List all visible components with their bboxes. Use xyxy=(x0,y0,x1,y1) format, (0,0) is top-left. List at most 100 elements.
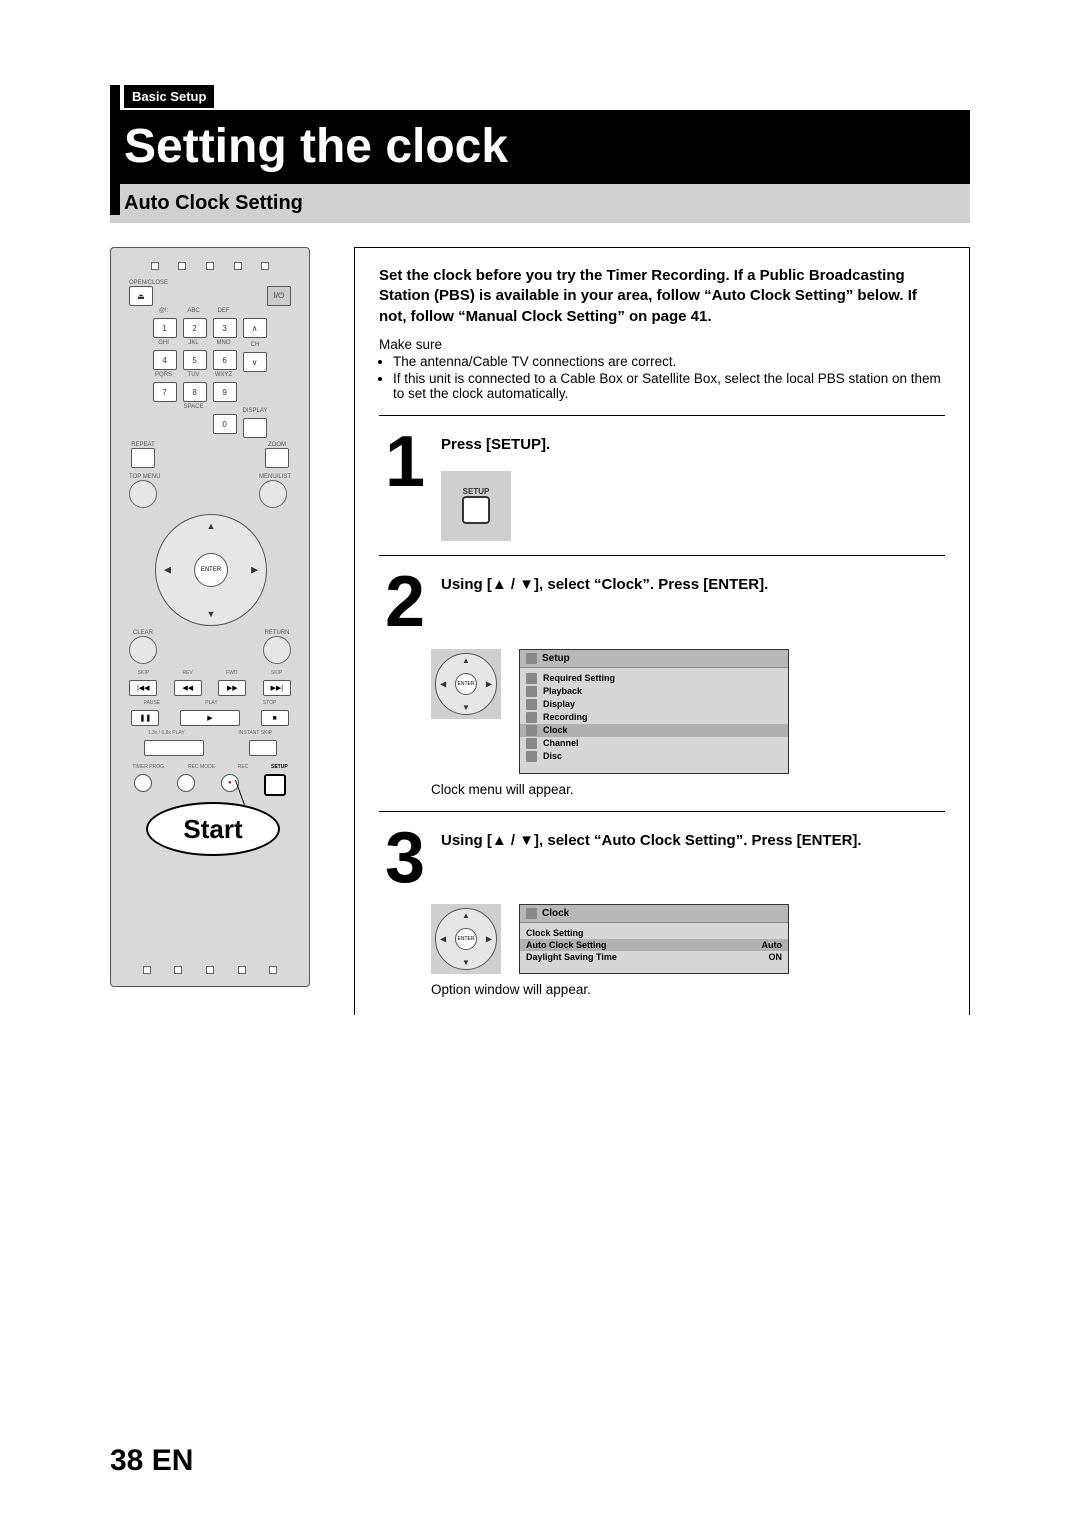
separator xyxy=(379,555,945,556)
breadcrumb: Basic Setup xyxy=(124,85,214,108)
page-lang: EN xyxy=(152,1444,194,1477)
key-4[interactable]: 4 xyxy=(153,350,177,370)
rec-mode-button[interactable] xyxy=(177,774,195,792)
section-subheader: Auto Clock Setting xyxy=(110,184,970,223)
makesure-item: The antenna/Cable TV connections are cor… xyxy=(393,354,945,369)
row-value: Auto xyxy=(762,940,783,950)
enter-button[interactable]: ENTER xyxy=(194,553,228,587)
dpad-icon: ▲ ▼ ◀ ▶ ENTER xyxy=(435,653,497,715)
step-caption: Option window will appear. xyxy=(431,982,945,997)
instant-skip-button[interactable] xyxy=(249,740,277,756)
row-value: ON xyxy=(769,952,783,962)
menu-item-label: Playback xyxy=(543,686,582,696)
clock-menu-screen: Clock Clock SettingAuto Clock SettingAut… xyxy=(519,904,789,974)
menu-icon xyxy=(526,699,537,710)
skip-back-button[interactable]: |◀◀ xyxy=(129,680,157,696)
row-label: Auto Clock Setting xyxy=(526,940,607,950)
makesure-title: Make sure xyxy=(379,337,442,352)
dpad-left[interactable]: ◀ xyxy=(164,565,171,576)
key-1[interactable]: 1 xyxy=(153,318,177,338)
menu-list-button[interactable] xyxy=(259,480,287,508)
menu-item: Playback xyxy=(526,685,782,698)
key-3[interactable]: 3 xyxy=(213,318,237,338)
step-2-illustration: ▲ ▼ ◀ ▶ ENTER Setup Required SettingPlay… xyxy=(431,649,945,774)
dpad-right[interactable]: ▶ xyxy=(251,565,258,576)
key-0[interactable]: 0 xyxy=(213,414,237,434)
row-label: Daylight Saving Time xyxy=(526,952,617,962)
separator xyxy=(379,811,945,812)
start-callout: Start xyxy=(146,802,280,856)
menu-item: Channel xyxy=(526,737,782,750)
screen-row: Daylight Saving Time ON xyxy=(526,951,782,963)
dpad-up[interactable]: ▲ xyxy=(207,521,216,531)
intro-text: Set the clock before you try the Timer R… xyxy=(379,266,945,327)
separator xyxy=(379,415,945,416)
ch-up-button[interactable]: ∧ xyxy=(243,318,267,338)
fwd-button[interactable]: ▶▶ xyxy=(218,680,246,696)
dpad-down[interactable]: ▼ xyxy=(207,609,216,619)
remote-column: OPEN/CLOSE ⏏ I/⏻ @!: ABC DEF xyxy=(110,247,330,1015)
menu-item: Required Setting xyxy=(526,672,782,685)
pause-button[interactable]: ❚❚ xyxy=(131,710,159,726)
return-button[interactable] xyxy=(263,636,291,664)
menu-item-label: Channel xyxy=(543,738,579,748)
remote-illustration: OPEN/CLOSE ⏏ I/⏻ @!: ABC DEF xyxy=(110,247,310,987)
page: Basic Setup Setting the clock Auto Clock… xyxy=(0,0,1080,1528)
ch-down-button[interactable]: ∨ xyxy=(243,352,267,372)
menu-item-label: Clock xyxy=(543,725,568,735)
setup-button-icon: SETUP xyxy=(441,471,511,541)
zoom-button[interactable] xyxy=(265,448,289,468)
makesure-item: If this unit is connected to a Cable Box… xyxy=(393,371,945,401)
gear-icon xyxy=(526,653,537,664)
display-button[interactable] xyxy=(243,418,267,438)
eject-button[interactable]: ⏏ xyxy=(129,286,153,306)
screen-row: Clock Setting xyxy=(526,927,782,939)
menu-item: Disc xyxy=(526,750,782,763)
dpad-icon: ▲ ▼ ◀ ▶ ENTER xyxy=(435,908,497,970)
menu-item: Recording xyxy=(526,711,782,724)
menu-item-label: Required Setting xyxy=(543,673,615,683)
menu-icon xyxy=(526,686,537,697)
key-8[interactable]: 8 xyxy=(183,382,207,402)
setup-menu-screen: Setup Required SettingPlaybackDisplayRec… xyxy=(519,649,789,774)
menu-item-label: Disc xyxy=(543,751,562,761)
key-6[interactable]: 6 xyxy=(213,350,237,370)
step-title: Using [▲ / ▼], select “Clock”. Press [EN… xyxy=(441,576,945,593)
skip-fwd-button[interactable]: ▶▶| xyxy=(263,680,291,696)
step-number: 1 xyxy=(379,430,431,495)
menu-icon xyxy=(526,725,537,736)
power-button[interactable]: I/⏻ xyxy=(267,286,291,306)
key-2[interactable]: 2 xyxy=(183,318,207,338)
stop-button[interactable]: ■ xyxy=(261,710,289,726)
instructions-column: Set the clock before you try the Timer R… xyxy=(354,247,970,1015)
step-2: 2 Using [▲ / ▼], select “Clock”. Press [… xyxy=(379,570,945,635)
menu-icon xyxy=(526,712,537,723)
menu-item-label: Recording xyxy=(543,712,588,722)
key-5[interactable]: 5 xyxy=(183,350,207,370)
rev-button[interactable]: ◀◀ xyxy=(174,680,202,696)
key-9[interactable]: 9 xyxy=(213,382,237,402)
makesure-block: Make sure The antenna/Cable TV connectio… xyxy=(379,337,945,401)
page-footer: 38 EN xyxy=(110,1444,193,1478)
menu-item-label: Display xyxy=(543,699,575,709)
timer-prog-button[interactable] xyxy=(134,774,152,792)
step-3-illustration: ▲ ▼ ◀ ▶ ENTER Clock Clock SettingAuto Cl… xyxy=(431,904,945,974)
menu-item: Clock xyxy=(520,724,788,737)
key-7[interactable]: 7 xyxy=(153,382,177,402)
content-columns: OPEN/CLOSE ⏏ I/⏻ @!: ABC DEF xyxy=(110,247,970,1015)
dpad: ▲ ▼ ◀ ▶ ENTER xyxy=(155,514,265,624)
row-label: Clock Setting xyxy=(526,928,584,938)
step-number: 3 xyxy=(379,826,431,891)
screen-row: Auto Clock Setting Auto xyxy=(520,939,788,951)
section-marker xyxy=(110,85,120,215)
menu-icon xyxy=(526,738,537,749)
menu-item: Display xyxy=(526,698,782,711)
page-number: 38 xyxy=(110,1444,143,1477)
repeat-button[interactable] xyxy=(131,448,155,468)
clear-button[interactable] xyxy=(129,636,157,664)
play-button[interactable]: ▶ xyxy=(180,710,240,726)
setup-button[interactable] xyxy=(264,774,286,796)
speed-play-button[interactable] xyxy=(144,740,204,756)
top-menu-button[interactable] xyxy=(129,480,157,508)
step-title: Press [SETUP]. xyxy=(441,436,945,453)
